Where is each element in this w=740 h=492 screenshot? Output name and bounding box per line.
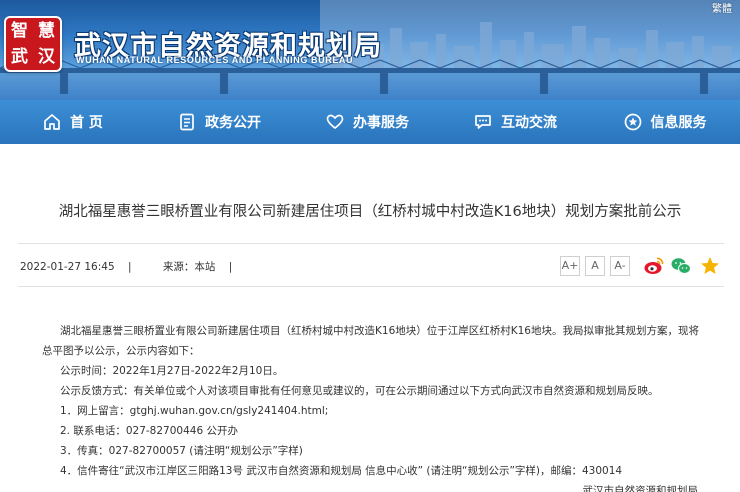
nav-item-interaction[interactable]: 互动交流 [441, 100, 589, 144]
nav-item-services[interactable]: 办事服务 [293, 100, 441, 144]
logo-char: 慧 [38, 21, 55, 41]
feedback-method-fax: 3．传真：027-82700057 (请注明“规划公示”字样) [60, 445, 303, 457]
meta-separator: | [228, 261, 233, 273]
smart-wuhan-logo[interactable]: 智 慧 武 汉 [4, 16, 62, 72]
meta-separator: | [127, 261, 132, 273]
traditional-chinese-toggle[interactable]: 繁體 [712, 0, 732, 15]
logo-char: 智 [11, 21, 28, 41]
document-icon [177, 112, 197, 132]
feedback-method-online: 1．网上留言：gtghj.wuhan.gov.cn/gsly241404.htm… [60, 405, 329, 417]
info-circle-icon [623, 112, 643, 132]
wechat-icon[interactable] [670, 255, 692, 277]
article-intro: 湖北福星惠誉三眼桥置业有限公司新建居住项目（红桥村城中村改造K16地块）位于江岸… [42, 325, 699, 357]
nav-label: 政务公开 [205, 115, 261, 131]
font-size-decrease-button[interactable]: A- [610, 256, 630, 276]
article-meta: 2022-01-27 16:45 | 来源：本站 | [20, 259, 242, 274]
main-nav: 首 页 政务公开 办事服务 互动交流 信息服务 [0, 100, 740, 144]
nav-label: 首 页 [70, 115, 103, 131]
favorite-star-icon[interactable] [699, 255, 721, 277]
article-title: 湖北福星惠誉三眼桥置业有限公司新建居住项目（红桥村城中村改造K16地块）规划方案… [58, 204, 682, 220]
feedback-method-mail: 4．信件寄往“武汉市江岸区三阳路13号 武汉市自然资源和规划局 信息中心收” (… [60, 465, 623, 477]
feedback-method-phone: 2. 联系电话：027-82700446 公开办 [60, 425, 238, 437]
site-subtitle: WUHAN NATURAL RESOURCES AND PLANNING BUR… [76, 55, 354, 65]
nav-label: 办事服务 [353, 115, 409, 131]
heart-hands-icon [325, 112, 345, 132]
nav-item-government-affairs[interactable]: 政务公开 [145, 100, 293, 144]
article-period: 公示时间：2022年1月27日-2022年2月10日。 [60, 365, 284, 377]
publish-date: 2022-01-27 16:45 [20, 261, 115, 273]
chat-icon [473, 112, 493, 132]
nav-label: 互动交流 [501, 115, 557, 131]
article-source: 来源：本站 [162, 261, 216, 273]
weibo-icon[interactable] [643, 255, 665, 277]
article-meta-bar: 2022-01-27 16:45 | 来源：本站 | A+ A A- [18, 243, 724, 287]
article-feedback: 公示反馈方式：有关单位或个人对该项目审批有任何意见或建议的，可在公示期间通过以下… [60, 385, 659, 397]
header-banner: 繁體 智 慧 武 汉 武汉市自然资源和规划局 WUHAN NATURAL RES… [0, 0, 740, 100]
article-signature: 武汉市自然资源和规划局 [582, 485, 699, 492]
nav-label: 信息服务 [650, 115, 707, 131]
home-icon [42, 112, 62, 132]
font-size-default-button[interactable]: A [585, 256, 605, 276]
logo-char: 武 [11, 47, 28, 67]
font-size-increase-button[interactable]: A+ [560, 256, 580, 276]
nav-item-information[interactable]: 信息服务 [589, 100, 740, 144]
article-body: 湖北福星惠誉三眼桥置业有限公司新建居住项目（红桥村城中村改造K16地块）位于江岸… [42, 321, 702, 492]
nav-item-home[interactable]: 首 页 [0, 100, 145, 144]
logo-char: 汉 [38, 47, 55, 67]
